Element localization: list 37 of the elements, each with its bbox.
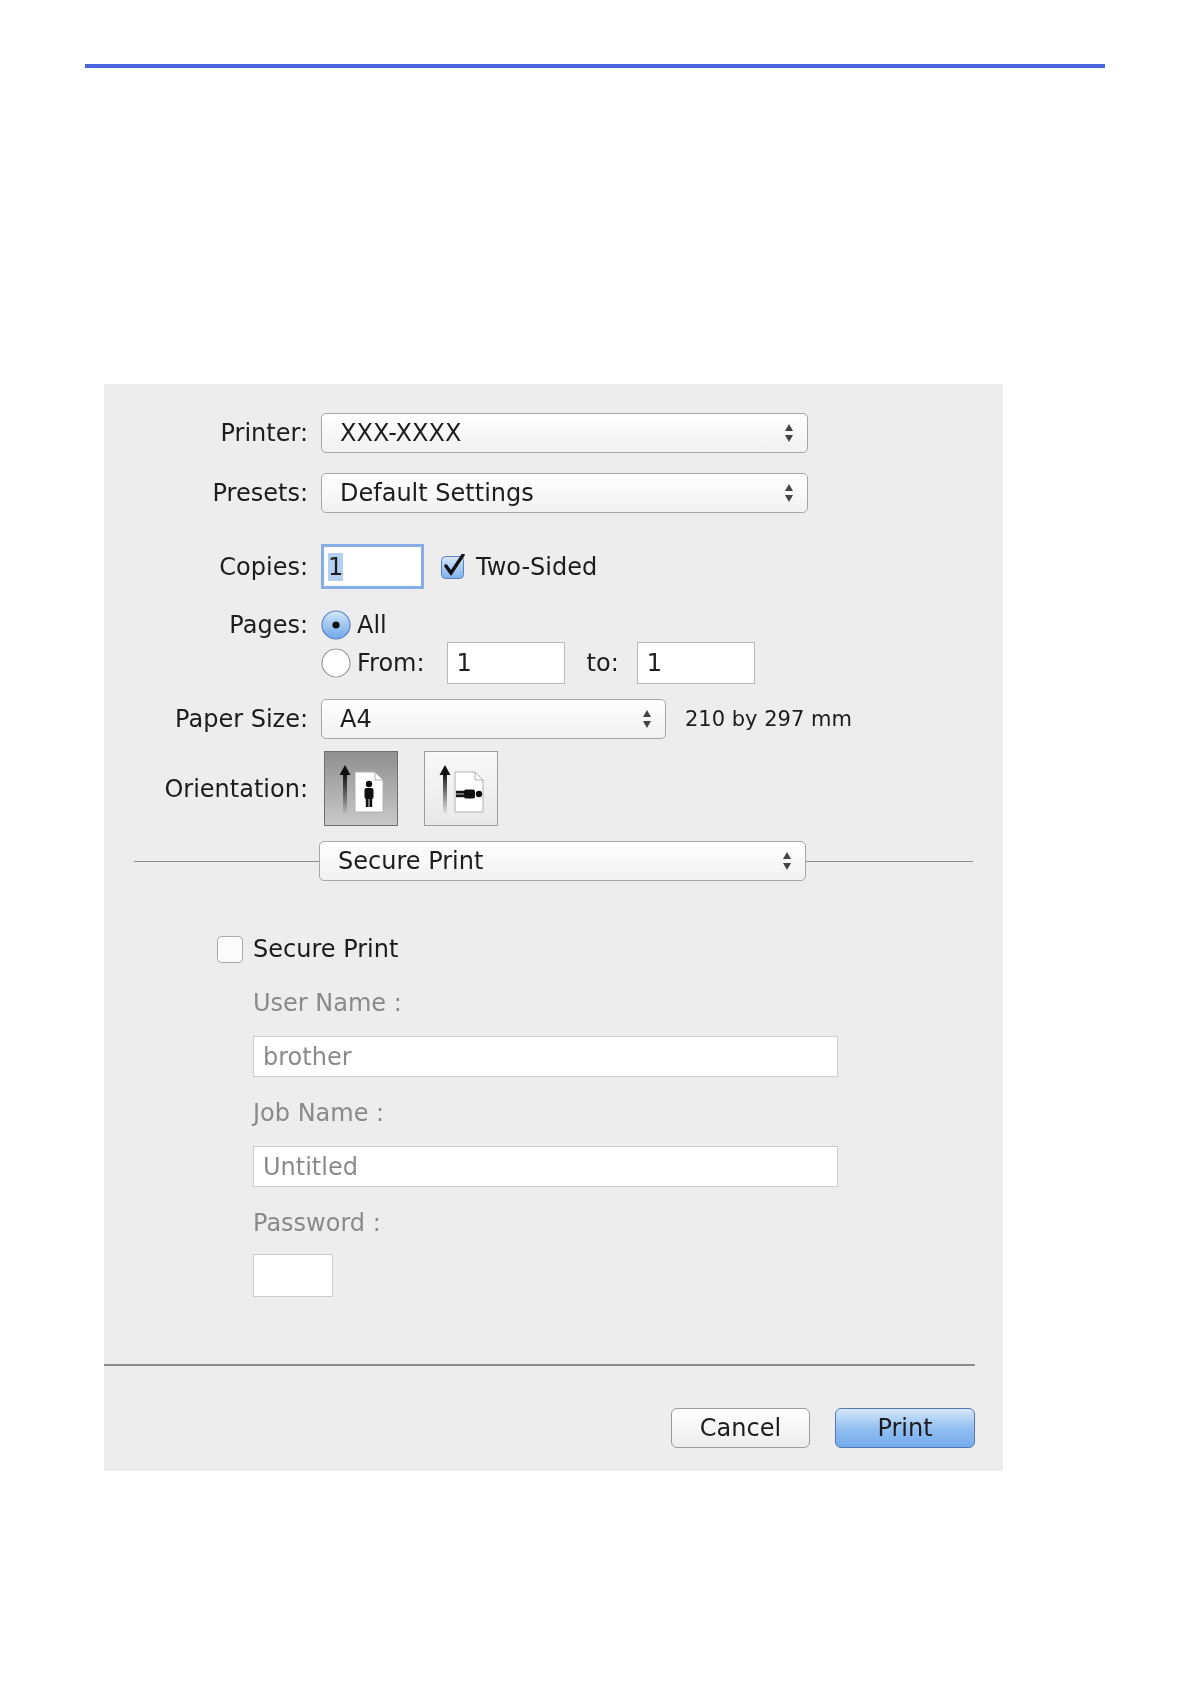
field-label: Password : xyxy=(253,1208,381,1238)
field-label: Copies: xyxy=(219,551,308,582)
paper-size-popup[interactable]: A4 xyxy=(321,699,666,739)
field-label: Printer: xyxy=(220,418,308,448)
printer-popup[interactable]: XXX-XXXX xyxy=(321,413,808,453)
radio-button[interactable] xyxy=(321,648,351,678)
print-button[interactable]: Print xyxy=(835,1408,975,1448)
radio-label: From: xyxy=(357,648,425,678)
checkbox[interactable] xyxy=(441,554,466,579)
panel-popup[interactable]: Secure Print xyxy=(319,841,806,881)
field-label: Orientation: xyxy=(164,773,308,804)
copies-field[interactable]: 1 xyxy=(321,544,424,589)
checkbox-label: Two-Sided xyxy=(476,551,598,582)
radio-button[interactable] xyxy=(321,610,351,640)
from-page-field[interactable]: 1 xyxy=(446,642,565,684)
checkbox-label: Secure Print xyxy=(253,934,399,964)
landscape-orientation-icon xyxy=(437,763,485,814)
field-label: Pages: xyxy=(229,610,308,640)
field-label: User Name : xyxy=(253,988,402,1018)
orientation-button[interactable] xyxy=(424,751,498,826)
updown-arrows-icon xyxy=(784,483,794,503)
password-field[interactable] xyxy=(253,1254,333,1297)
field-label: to: xyxy=(586,648,619,678)
to-page-field[interactable]: 1 xyxy=(636,642,755,684)
updown-arrows-icon xyxy=(784,423,794,443)
checkbox[interactable] xyxy=(217,935,243,963)
updown-arrows-icon xyxy=(642,709,652,729)
presets-popup[interactable]: Default Settings xyxy=(321,473,808,513)
field-label: Paper Size: xyxy=(175,704,308,734)
orientation-button[interactable] xyxy=(324,751,398,826)
field-label: Presets: xyxy=(212,478,308,508)
portrait-orientation-icon xyxy=(337,763,385,814)
cancel-button[interactable]: Cancel xyxy=(671,1408,810,1448)
updown-arrows-icon xyxy=(782,851,792,871)
field-label: Job Name : xyxy=(253,1098,385,1128)
radio-label: All xyxy=(357,610,387,640)
paper-dimensions: 210 by 297 mm xyxy=(685,707,852,731)
